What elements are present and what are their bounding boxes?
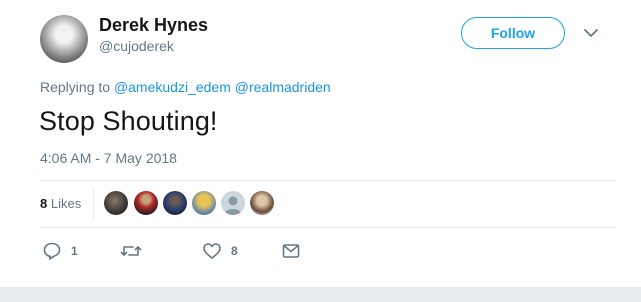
timestamp[interactable]: 4:06 AM - 7 May 2018 — [40, 150, 177, 166]
heart-icon — [203, 243, 221, 259]
avatar[interactable] — [40, 15, 88, 63]
liker-avatar[interactable] — [163, 191, 187, 215]
reply-action[interactable]: 1 — [42, 240, 78, 262]
divider — [93, 188, 94, 220]
replying-to: Replying to @amekudzi_edem @realmadriden — [40, 79, 331, 95]
reply-count: 1 — [71, 244, 78, 258]
mention-link[interactable]: @amekudzi_edem — [114, 79, 231, 95]
follow-button[interactable]: Follow — [461, 17, 565, 49]
timeline-background — [0, 287, 641, 302]
retweet-icon — [120, 246, 142, 256]
likes-number: 8 — [40, 196, 48, 211]
message-action[interactable] — [282, 240, 300, 262]
divider — [40, 180, 615, 181]
divider — [40, 227, 615, 228]
like-count: 8 — [231, 244, 238, 258]
liker-avatar[interactable] — [134, 191, 158, 215]
mention-link[interactable]: @realmadriden — [235, 79, 331, 95]
default-profile-icon — [224, 196, 242, 215]
reply-icon — [43, 242, 61, 260]
liker-avatar[interactable] — [250, 191, 274, 215]
like-action[interactable]: 8 — [202, 240, 238, 262]
tweet-text: Stop Shouting! — [39, 106, 218, 136]
likes-label: Likes — [50, 196, 82, 211]
envelope-icon — [282, 244, 300, 258]
display-name[interactable]: Derek Hynes — [99, 15, 208, 36]
liker-avatar[interactable] — [221, 191, 245, 215]
liker-avatar[interactable] — [192, 191, 216, 215]
username-handle[interactable]: @cujoderek — [99, 38, 174, 54]
replying-to-label: Replying to — [40, 79, 111, 95]
liker-avatar[interactable] — [104, 191, 128, 215]
likes-count[interactable]: 8 Likes — [40, 196, 81, 211]
retweet-action[interactable] — [120, 240, 151, 262]
chevron-down-icon[interactable] — [583, 27, 599, 39]
